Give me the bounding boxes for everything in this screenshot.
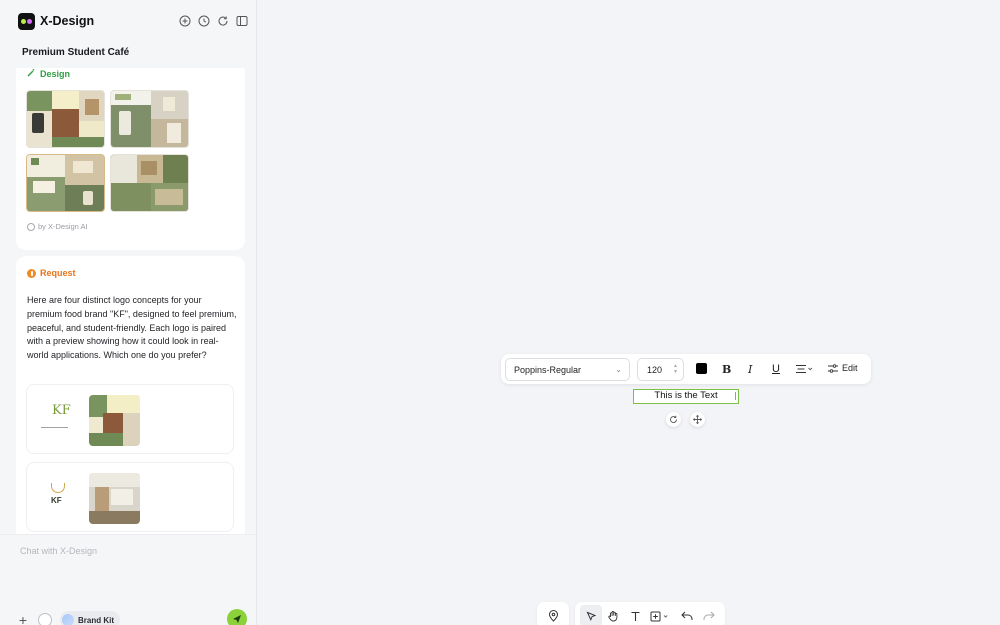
- stepper-icon: ▲ ▼: [673, 363, 678, 375]
- move-handle[interactable]: [690, 412, 705, 427]
- history-icon[interactable]: [198, 15, 210, 27]
- italic-button[interactable]: I: [748, 362, 752, 376]
- by-line-text: by X-Design AI: [38, 222, 88, 231]
- concept-2-preview[interactable]: [89, 473, 140, 524]
- edit-label: Edit: [842, 363, 858, 373]
- design-heading-label: Design: [40, 68, 71, 79]
- design-result-card: Design by X-Design AI: [16, 68, 245, 250]
- concept-1-preview[interactable]: [89, 395, 140, 446]
- app-logo: [18, 12, 35, 30]
- design-thumbnail-1[interactable]: [26, 90, 105, 148]
- bold-button[interactable]: B: [722, 362, 731, 376]
- design-thumbnails: [26, 90, 190, 214]
- location-pin-icon[interactable]: [542, 605, 564, 625]
- canvas-tool-dock: [537, 602, 725, 625]
- panel-toggle-icon[interactable]: [236, 15, 248, 27]
- add-frame-icon[interactable]: [646, 605, 676, 625]
- redo-icon[interactable]: [698, 605, 720, 625]
- sidebar-header: X-Design: [0, 0, 256, 42]
- align-center-icon: [796, 364, 813, 374]
- concept-1-logo-mark: KF: [52, 403, 71, 418]
- chat-composer: Chat with X-Design + Brand Kit: [0, 534, 256, 625]
- refresh-icon[interactable]: [217, 15, 229, 27]
- move-icon: [693, 415, 702, 424]
- brand-kit-button[interactable]: Brand Kit: [60, 611, 120, 625]
- resize-handle[interactable]: [735, 392, 736, 400]
- bowl-icon: [51, 483, 65, 493]
- composer-actions: + Brand Kit: [16, 611, 120, 625]
- rotate-icon: [670, 415, 677, 423]
- request-heading: Request: [27, 268, 76, 278]
- project-title: Premium Student Café: [22, 47, 130, 58]
- new-chat-icon[interactable]: [179, 15, 191, 27]
- select-pointer-icon[interactable]: [580, 605, 602, 625]
- undo-icon[interactable]: [676, 605, 698, 625]
- design-thumbnail-3[interactable]: [26, 154, 105, 212]
- send-button[interactable]: [227, 609, 247, 625]
- font-family-select[interactable]: Poppins-Regular ⌄: [505, 358, 630, 381]
- brand-kit-label: Brand Kit: [78, 615, 114, 625]
- text-tool-icon[interactable]: [624, 605, 646, 625]
- chevron-down-icon: ⌄: [615, 365, 622, 374]
- request-message: Here are four distinct logo concepts for…: [27, 295, 237, 361]
- magic-wand-icon: [27, 68, 36, 79]
- plus-icon[interactable]: +: [16, 613, 30, 625]
- font-size-input[interactable]: 120 ▲ ▼: [637, 358, 684, 381]
- align-dropdown[interactable]: [795, 362, 813, 376]
- send-icon: [233, 615, 241, 623]
- edit-button[interactable]: Edit: [828, 363, 858, 373]
- font-size-value: 120: [647, 365, 663, 375]
- font-family-value: Poppins-Regular: [514, 365, 582, 375]
- text-color-swatch[interactable]: [696, 363, 707, 374]
- canvas-text-value: This is the Text: [654, 390, 718, 401]
- app-name: X-Design: [40, 14, 95, 28]
- design-heading: Design: [27, 68, 70, 79]
- design-thumbnail-4[interactable]: [110, 154, 189, 212]
- ai-attribution: by X-Design AI: [27, 222, 88, 231]
- hand-pan-icon[interactable]: [602, 605, 624, 625]
- request-heading-label: Request: [40, 268, 76, 278]
- request-icon: [27, 268, 36, 278]
- ai-badge-icon: [27, 222, 35, 231]
- logo-concept-2[interactable]: KF: [26, 462, 234, 532]
- sliders-icon: [828, 363, 838, 373]
- concept-2-logo: KF: [41, 481, 81, 511]
- design-thumbnail-2[interactable]: [110, 90, 189, 148]
- concept-1-logo: KF ▬▬▬▬▬▬▬▬▬: [41, 403, 81, 433]
- sidebar: X-Design Premium Student Café Design by …: [0, 0, 257, 625]
- underline-button[interactable]: U: [772, 362, 780, 376]
- brand-kit-icon: [62, 614, 74, 625]
- style-picker-icon[interactable]: [38, 613, 52, 625]
- chat-input[interactable]: Chat with X-Design: [20, 546, 97, 556]
- tools-group: [575, 602, 725, 625]
- text-format-toolbar: Poppins-Regular ⌄ 120 ▲ ▼ B I U Edit: [501, 354, 871, 384]
- canvas-text-element[interactable]: This is the Text: [633, 389, 739, 404]
- concept-1-tagline-graphic: ▬▬▬▬▬▬▬▬▬: [41, 425, 68, 429]
- header-actions: [179, 15, 248, 27]
- location-group: [537, 602, 569, 625]
- request-card: Request Here are four distinct logo conc…: [16, 256, 245, 534]
- rotate-handle[interactable]: [666, 412, 681, 427]
- logo-concept-1[interactable]: KF ▬▬▬▬▬▬▬▬▬: [26, 384, 234, 454]
- concept-2-logo-mark: KF: [51, 496, 62, 505]
- chat-thread[interactable]: Design by X-Design AI Request Here are f…: [16, 68, 246, 534]
